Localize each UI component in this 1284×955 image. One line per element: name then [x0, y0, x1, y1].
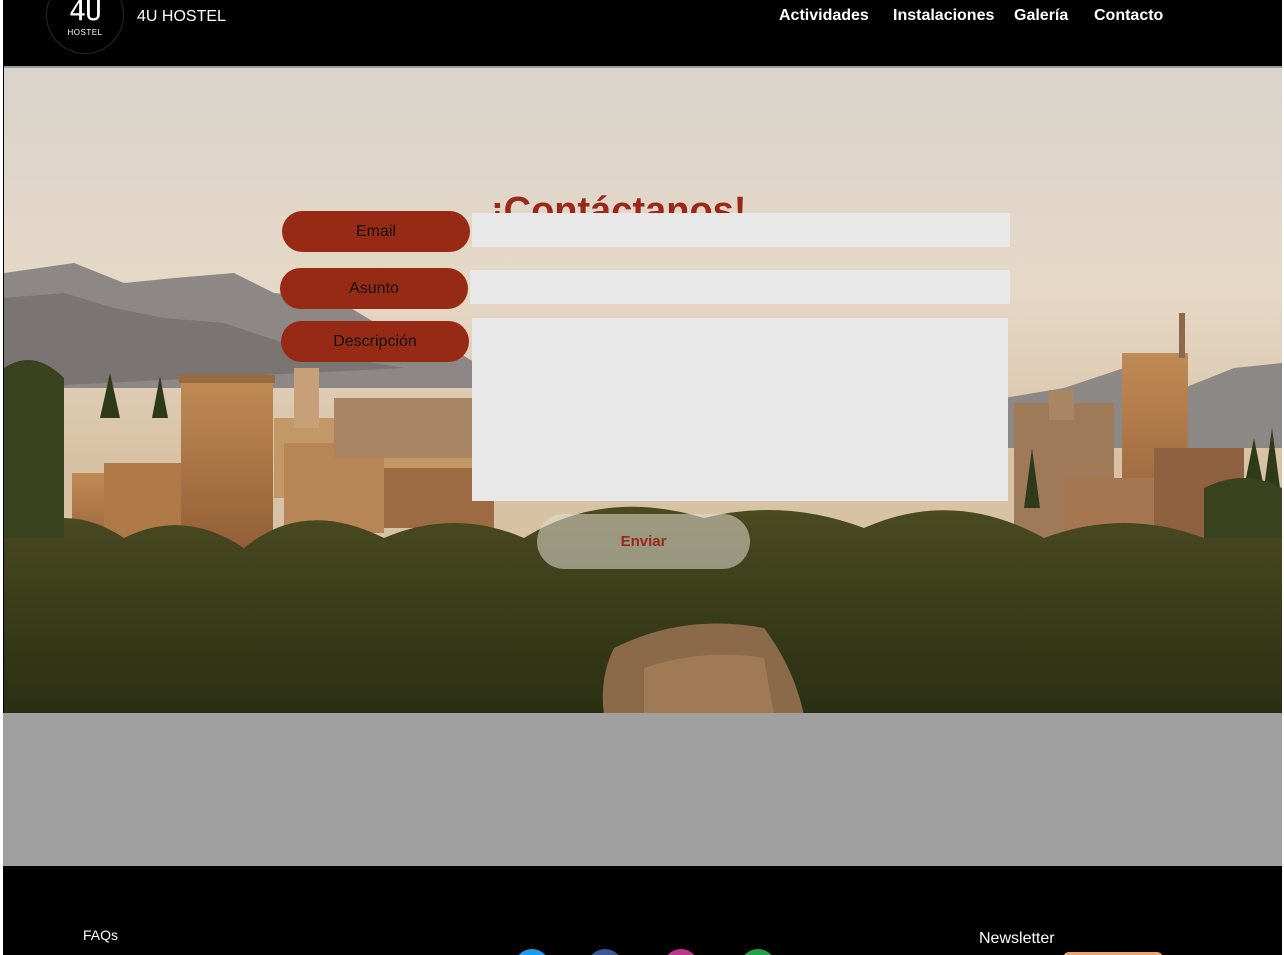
faq-link[interactable]: FAQs [83, 927, 118, 943]
content-band [3, 713, 1282, 866]
newsletter-heading: Newsletter [979, 930, 1055, 947]
brand-name: 4U HOSTEL [137, 8, 226, 25]
top-navbar: 4U HOSTEL 4U HOSTEL Actividades Instalac… [3, 0, 1282, 66]
nav-actividades[interactable]: Actividades [779, 7, 869, 25]
submit-button[interactable]: Enviar [537, 514, 750, 569]
subject-label: Asunto [280, 268, 468, 309]
nav-instalaciones[interactable]: Instalaciones [893, 7, 994, 25]
logo-subtext: HOSTEL [67, 28, 103, 37]
description-textarea[interactable] [472, 318, 1008, 501]
description-label: Descripción [281, 321, 469, 362]
logo-mark: 4U [69, 0, 102, 27]
footer: FAQs Newsletter [3, 866, 1282, 955]
facebook-icon[interactable] [587, 949, 623, 955]
hostel-logo[interactable]: 4U HOSTEL [46, 0, 124, 54]
page: 4U HOSTEL 4U HOSTEL Actividades Instalac… [3, 0, 1282, 955]
nav-galeria[interactable]: Galería [1014, 7, 1068, 25]
email-label: Email [282, 211, 470, 252]
whatsapp-icon[interactable] [740, 949, 776, 955]
twitter-icon[interactable] [514, 949, 550, 955]
contact-hero: ¡Contáctanos! Email Asunto Descripción E… [4, 66, 1282, 713]
subject-field[interactable] [470, 270, 1010, 304]
email-field[interactable] [472, 213, 1010, 247]
nav-contacto[interactable]: Contacto [1094, 7, 1163, 25]
instagram-icon[interactable] [663, 949, 699, 955]
